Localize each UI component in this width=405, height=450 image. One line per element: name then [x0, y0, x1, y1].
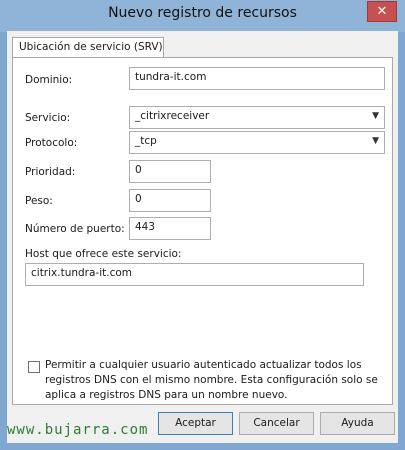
- watermark-text: www.bujarra.com: [7, 422, 149, 438]
- puerto-field[interactable]: 443: [129, 217, 211, 240]
- peso-label: Peso:: [25, 195, 53, 207]
- servicio-label: Servicio:: [25, 112, 71, 124]
- servicio-select[interactable]: _citrixreceiver ▼: [129, 106, 385, 129]
- peso-field[interactable]: 0: [129, 189, 211, 212]
- dominio-value: tundra-it.com: [135, 71, 207, 83]
- prioridad-value: 0: [135, 164, 142, 176]
- close-button[interactable]: ✕: [367, 1, 397, 22]
- chevron-down-icon[interactable]: ▼: [372, 136, 379, 146]
- peso-value: 0: [135, 193, 142, 205]
- protocolo-label: Protocolo:: [25, 137, 78, 149]
- puerto-value: 443: [135, 221, 156, 233]
- chevron-down-icon[interactable]: ▼: [372, 111, 379, 121]
- window-title: Nuevo registro de recursos: [108, 5, 297, 21]
- close-icon[interactable]: ✕: [377, 4, 388, 19]
- permitir-label: Permitir a cualquier usuario autenticado…: [45, 359, 378, 401]
- prioridad-label: Prioridad:: [25, 166, 76, 178]
- aceptar-button[interactable]: Aceptar: [158, 412, 233, 435]
- protocolo-select[interactable]: _tcp ▼: [129, 131, 385, 154]
- tab-srv[interactable]: Ubicación de servicio (SRV): [12, 37, 164, 58]
- tab-panel: Dominio: tundra-it.com Servicio: _citrix…: [12, 57, 393, 405]
- ayuda-button[interactable]: Ayuda: [320, 412, 395, 435]
- dominio-field[interactable]: tundra-it.com: [129, 67, 385, 90]
- servicio-value: _citrixreceiver: [135, 110, 210, 122]
- host-label: Host que ofrece este servicio:: [25, 248, 182, 260]
- permitir-checkbox[interactable]: [28, 361, 40, 373]
- prioridad-field[interactable]: 0: [129, 160, 211, 183]
- host-field[interactable]: citrix.tundra-it.com: [25, 263, 364, 286]
- title-bar[interactable]: Nuevo registro de recursos ✕: [0, 0, 405, 32]
- protocolo-value: _tcp: [135, 135, 157, 147]
- dominio-label: Dominio:: [25, 74, 73, 86]
- host-value: citrix.tundra-it.com: [31, 267, 133, 279]
- cancelar-button[interactable]: Cancelar: [239, 412, 314, 435]
- dialog-window: Nuevo registro de recursos ✕ Ubicación d…: [0, 0, 405, 450]
- puerto-label: Número de puerto:: [25, 223, 125, 235]
- dialog-client: Ubicación de servicio (SRV) Dominio: tun…: [7, 31, 398, 443]
